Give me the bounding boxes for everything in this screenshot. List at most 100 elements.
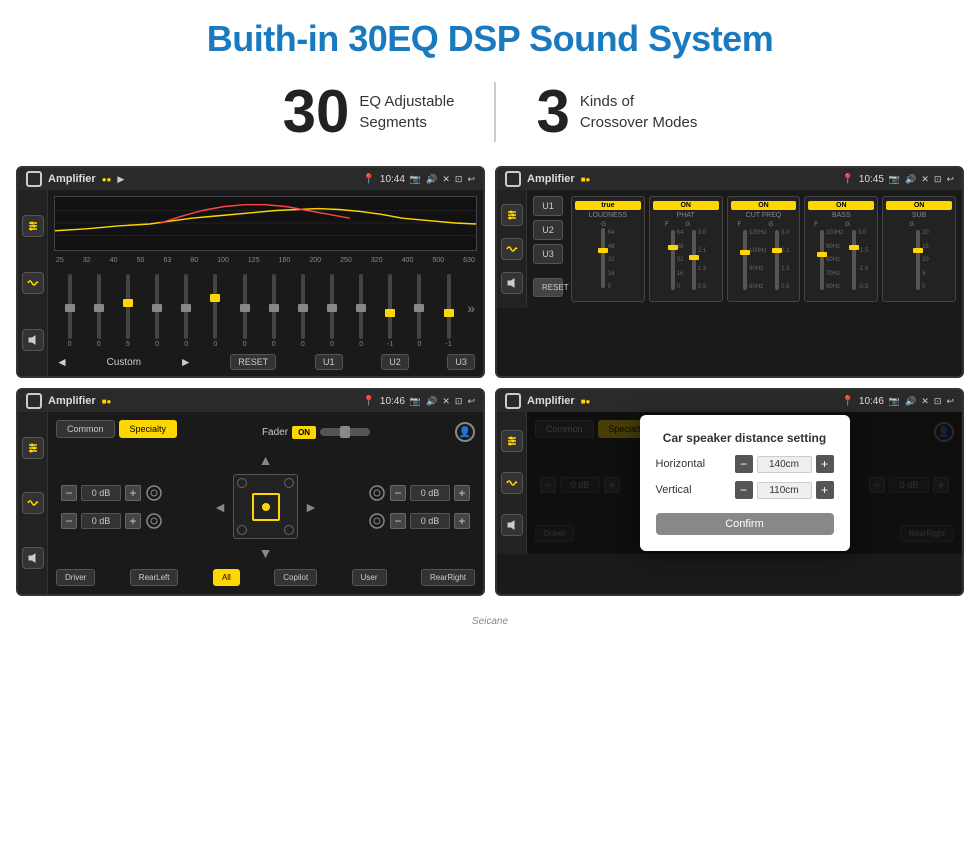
eq-slider-7[interactable]: 0 (260, 274, 287, 348)
rear-left-btn-3[interactable]: RearLeft (130, 569, 179, 586)
side-btn-vol-3[interactable] (22, 547, 44, 569)
reset-btn-2[interactable]: RESET (533, 278, 563, 297)
side-btn-wave-3[interactable] (22, 492, 44, 514)
fader-slider-3[interactable] (320, 428, 370, 436)
back-icon-3[interactable]: ↩ (467, 396, 475, 407)
eq-slider-4[interactable]: 0 (173, 274, 200, 348)
persona-icon-3[interactable]: 👤 (455, 422, 475, 442)
close-icon-1[interactable]: ✕ (442, 174, 450, 185)
module-loudness: true LOUDNESS G (571, 196, 645, 302)
status-left-2: Amplifier ■● (505, 171, 590, 187)
camera-icon-4: 📷 (889, 396, 900, 407)
screen1-eq: Amplifier ●● ▶ 📍 10:44 📷 🔊 ✕ ⊡ ↩ (16, 166, 485, 378)
status-right-2: 📍 10:45 📷 🔊 ✕ ⊡ ↩ (841, 174, 954, 185)
watermark: Seicane (0, 612, 980, 631)
close-icon-2[interactable]: ✕ (921, 174, 929, 185)
eq-slider-3[interactable]: 0 (143, 274, 170, 348)
side-btn-vol-2[interactable] (501, 272, 523, 294)
eq-slider-1[interactable]: 0 (85, 274, 112, 348)
expand-icon[interactable]: » (467, 300, 475, 316)
app-name-2: Amplifier (527, 173, 575, 185)
all-btn-3[interactable]: All (213, 569, 240, 586)
eq-slider-9[interactable]: 0 (318, 274, 345, 348)
vertical-minus[interactable]: − (735, 481, 753, 499)
window-icon-3[interactable]: ⊡ (455, 396, 463, 407)
time-4: 10:46 (859, 396, 884, 407)
eq-slider-10[interactable]: 0 (348, 274, 375, 348)
close-icon-3[interactable]: ✕ (442, 396, 450, 407)
joystick[interactable] (233, 474, 298, 539)
horizontal-plus[interactable]: + (816, 455, 834, 473)
back-icon-2[interactable]: ↩ (946, 174, 954, 185)
bass-on-btn[interactable]: ON (808, 201, 874, 210)
eq-slider-12[interactable]: 0 (406, 274, 433, 348)
copilot-btn-3[interactable]: Copilot (274, 569, 317, 586)
play-icon-1[interactable]: ▶ (117, 174, 124, 185)
eq-next-btn[interactable]: ► (180, 355, 192, 369)
home-icon-1[interactable] (26, 171, 42, 187)
side-btn-vol-1[interactable] (22, 329, 44, 351)
side-btn-wave-4[interactable] (501, 472, 523, 494)
specialty-tab-3[interactable]: Specialty (119, 420, 178, 438)
eq-prev-btn[interactable]: ◄ (56, 355, 68, 369)
db-minus-bl[interactable]: − (61, 513, 77, 529)
db-plus-br[interactable]: + (454, 513, 470, 529)
driver-btn-3[interactable]: Driver (56, 569, 95, 586)
rear-right-btn-3[interactable]: RearRight (421, 569, 475, 586)
db-minus-br[interactable]: − (390, 513, 406, 529)
status-dots-2: ■● (581, 175, 591, 184)
phat-on-btn[interactable]: ON (653, 201, 719, 210)
home-icon-4[interactable] (505, 393, 521, 409)
window-icon-4[interactable]: ⊡ (934, 396, 942, 407)
horizontal-minus[interactable]: − (735, 455, 753, 473)
side-btn-filter-4[interactable] (501, 430, 523, 452)
u3-btn-2[interactable]: U3 (533, 244, 563, 264)
user-btn-3[interactable]: User (352, 569, 387, 586)
arrow-right[interactable]: ► (304, 499, 318, 515)
arrow-down[interactable]: ▼ (259, 545, 273, 561)
u2-btn-2[interactable]: U2 (533, 220, 563, 240)
u1-btn-2[interactable]: U1 (533, 196, 563, 216)
vertical-plus[interactable]: + (816, 481, 834, 499)
db-plus-tr[interactable]: + (454, 485, 470, 501)
eq-slider-5[interactable]: 0 (202, 274, 229, 348)
eq-slider-0[interactable]: 0 (56, 274, 83, 348)
back-icon-4[interactable]: ↩ (946, 396, 954, 407)
sub-on-btn[interactable]: ON (886, 201, 952, 210)
side-btn-wave-1[interactable] (22, 272, 44, 294)
confirm-btn[interactable]: Confirm (656, 513, 834, 535)
u1-btn-1[interactable]: U1 (315, 354, 343, 370)
app-name-4: Amplifier (527, 395, 575, 407)
window-icon-1[interactable]: ⊡ (455, 174, 463, 185)
arrow-left[interactable]: ◄ (213, 499, 227, 515)
eq-slider-11[interactable]: -1 (377, 274, 404, 348)
side-btn-vol-4[interactable] (501, 514, 523, 536)
cutfreq-on-btn[interactable]: ON (731, 201, 797, 210)
eq-slider-8[interactable]: 0 (289, 274, 316, 348)
eq-slider-6[interactable]: 0 (231, 274, 258, 348)
reset-btn-1[interactable]: RESET (230, 354, 276, 370)
common-tab-3[interactable]: Common (56, 420, 115, 438)
eq-slider-2[interactable]: 5 (114, 274, 141, 348)
side-btn-wave-2[interactable] (501, 238, 523, 260)
eq-slider-13[interactable]: -1 (435, 274, 462, 348)
window-icon-2[interactable]: ⊡ (934, 174, 942, 185)
db-minus-tr[interactable]: − (390, 485, 406, 501)
joystick-middle-row: ◄ ► (213, 474, 318, 539)
db-plus-bl[interactable]: + (125, 513, 141, 529)
home-icon-3[interactable] (26, 393, 42, 409)
u3-btn-1[interactable]: U3 (447, 354, 475, 370)
loudness-on-btn[interactable]: true (575, 201, 641, 210)
side-btn-filter-2[interactable] (501, 204, 523, 226)
fader-on-3[interactable]: ON (292, 426, 316, 439)
side-btn-filter-1[interactable] (22, 215, 44, 237)
arrow-up[interactable]: ▲ (259, 452, 273, 468)
db-plus-tl[interactable]: + (125, 485, 141, 501)
time-2: 10:45 (859, 174, 884, 185)
db-minus-tl[interactable]: − (61, 485, 77, 501)
back-icon-1[interactable]: ↩ (467, 174, 475, 185)
close-icon-4[interactable]: ✕ (921, 396, 929, 407)
u2-btn-1[interactable]: U2 (381, 354, 409, 370)
side-btn-filter-3[interactable] (22, 437, 44, 459)
home-icon-2[interactable] (505, 171, 521, 187)
